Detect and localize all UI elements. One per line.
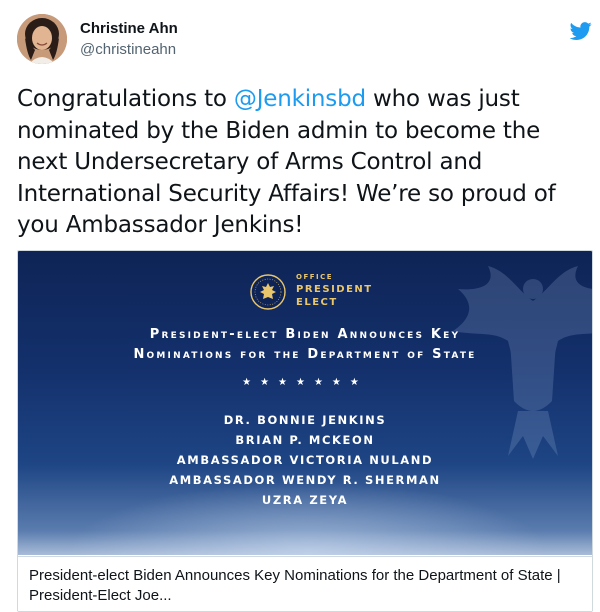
- tweet: Christine Ahn @christineahn Congratulati…: [0, 0, 600, 612]
- nominee-item: BRIAN P. MCKEON: [235, 433, 375, 447]
- nominee-item: UZRA ZEYA: [261, 493, 349, 507]
- office-label-line1: OFFICE: [296, 273, 334, 281]
- nominee-item: AMBASSADOR VICTORIA NULAND: [176, 453, 434, 467]
- avatar[interactable]: [17, 14, 67, 64]
- stars-divider: ★★★★★★★: [242, 377, 368, 388]
- link-card[interactable]: OFFICE PRESIDENT ELECT President-elect B…: [17, 250, 593, 612]
- twitter-bird-icon[interactable]: [569, 20, 592, 42]
- presidential-seal-icon: [250, 274, 286, 310]
- tweet-text: Congratulations to @Jenkinsbd who was ju…: [17, 84, 592, 242]
- author-handle[interactable]: @christineahn: [80, 41, 176, 58]
- card-caption[interactable]: President-elect Biden Announces Key Nomi…: [18, 556, 592, 611]
- card-headline-line1: President-elect Biden Announces Key: [149, 327, 461, 342]
- office-label-line2: PRESIDENT: [296, 284, 373, 295]
- tweet-text-before: Congratulations to: [17, 86, 234, 112]
- nominee-item: DR. BONNIE JENKINS: [223, 413, 387, 427]
- author-name[interactable]: Christine Ahn: [80, 20, 178, 37]
- mention-link[interactable]: @Jenkinsbd: [234, 86, 366, 112]
- card-image: OFFICE PRESIDENT ELECT President-elect B…: [18, 251, 592, 555]
- nominee-item: AMBASSADOR WENDY R. SHERMAN: [169, 473, 441, 487]
- card-title[interactable]: President-elect Biden Announces Key Nomi…: [29, 566, 581, 606]
- office-label-line3: ELECT: [296, 297, 338, 308]
- nominee-list: DR. BONNIE JENKINS BRIAN P. MCKEON AMBAS…: [18, 410, 592, 510]
- card-headline-line2: Nominations for the Department of State: [133, 347, 477, 362]
